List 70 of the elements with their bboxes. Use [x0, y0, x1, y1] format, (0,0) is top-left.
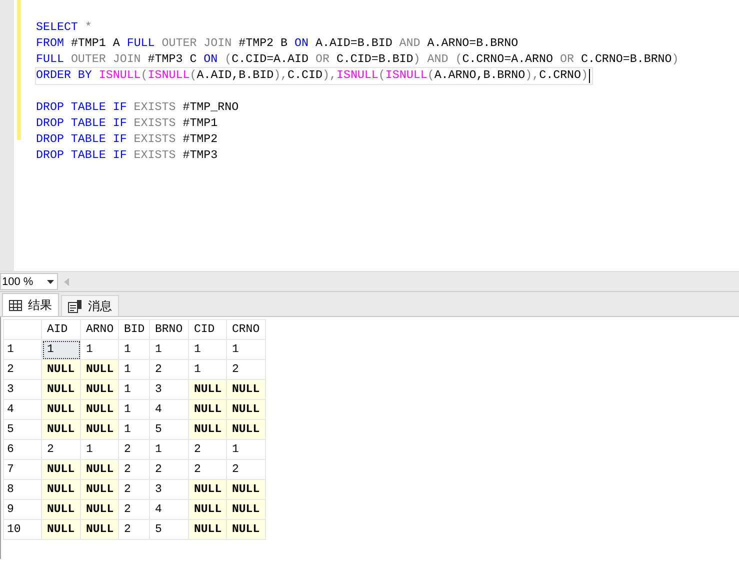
message-icon	[68, 300, 82, 312]
code-line: ORDER BY ISNULL(ISNULL(A.AID,B.BID),C.CID),ISNULL(ISNULL(A.ARNO,B.BRNO),C.CRNO)	[36, 68, 592, 84]
table-cell[interactable]: NULL	[42, 360, 80, 380]
table-cell[interactable]: 1	[118, 380, 150, 400]
dropdown-caret-icon	[47, 280, 54, 284]
table-cell[interactable]: 1	[226, 440, 266, 460]
table-cell[interactable]: 1	[118, 400, 150, 420]
table-cell[interactable]: NULL	[42, 400, 80, 420]
table-cell[interactable]: NULL	[42, 500, 80, 520]
code-line: DROP TABLE IF EXISTS #TMP_RNO	[36, 100, 240, 116]
table-cell[interactable]: NULL	[42, 520, 80, 540]
result-tab[interactable]: 消息	[61, 295, 119, 316]
table-cell[interactable]: 2	[188, 440, 226, 460]
table-cell[interactable]: NULL	[42, 420, 80, 440]
table-cell[interactable]: 1	[42, 340, 80, 360]
scroll-left-icon[interactable]	[64, 278, 69, 286]
table-cell[interactable]: NULL	[226, 380, 266, 400]
grid-icon	[9, 300, 22, 310]
result-tab[interactable]: 结果	[2, 293, 59, 316]
table-cell[interactable]: NULL	[188, 520, 226, 540]
table-cell[interactable]: 2	[118, 480, 150, 500]
code-line: SELECT *	[36, 20, 93, 36]
table-cell[interactable]: NULL	[188, 420, 226, 440]
table-cell[interactable]: NULL	[42, 480, 80, 500]
table-cell[interactable]: NULL	[42, 380, 80, 400]
table-cell[interactable]: NULL	[226, 420, 266, 440]
column-header[interactable]: BID	[118, 320, 150, 340]
column-header[interactable]: CID	[188, 320, 226, 340]
table-cell[interactable]: NULL	[80, 460, 118, 480]
text-cursor	[589, 69, 590, 83]
zoom-dropdown[interactable]: 100 %	[0, 273, 58, 290]
column-header[interactable]: CRNO	[226, 320, 266, 340]
table-cell[interactable]: NULL	[80, 400, 118, 420]
row-number[interactable]: 6	[4, 440, 42, 460]
table-cell[interactable]: 1	[118, 360, 150, 380]
code-line: FROM #TMP1 A FULL OUTER JOIN #TMP2 B ON A.AID=B.BID AND A.ARNO=B.BRNO	[36, 36, 520, 52]
table-cell[interactable]: NULL	[80, 380, 118, 400]
table-cell[interactable]: NULL	[226, 480, 266, 500]
column-header[interactable]: BRNO	[150, 320, 188, 340]
table-cell[interactable]: 2	[118, 440, 150, 460]
table-cell[interactable]: 2	[118, 500, 150, 520]
table-cell[interactable]: 1	[118, 420, 150, 440]
table-cell[interactable]: NULL	[80, 500, 118, 520]
table-cell[interactable]: NULL	[80, 480, 118, 500]
table-cell[interactable]: NULL	[226, 520, 266, 540]
code-line: FULL OUTER JOIN #TMP3 C ON (C.CID=A.AID OR C.CID=B.BID) AND (C.CRNO=A.ARNO OR C.CRNO=B.BRNO)	[36, 52, 680, 68]
table-cell[interactable]: 1	[150, 440, 188, 460]
table-cell[interactable]: 2	[150, 360, 188, 380]
column-header[interactable]: AID	[42, 320, 80, 340]
table-cell[interactable]: NULL	[80, 360, 118, 380]
code-line: DROP TABLE IF EXISTS #TMP1	[36, 116, 219, 132]
table-cell[interactable]: NULL	[188, 500, 226, 520]
table-cell[interactable]: 1	[226, 340, 266, 360]
table-cell[interactable]: 2	[118, 520, 150, 540]
table-cell[interactable]: 1	[150, 340, 188, 360]
table-cell[interactable]: NULL	[80, 420, 118, 440]
table-cell[interactable]: 1	[118, 340, 150, 360]
table-cell[interactable]: NULL	[188, 380, 226, 400]
column-header[interactable]: ARNO	[80, 320, 118, 340]
code-line: DROP TABLE IF EXISTS #TMP2	[36, 132, 219, 148]
table-cell[interactable]: NULL	[80, 520, 118, 540]
table-cell[interactable]: NULL	[188, 400, 226, 420]
table-cell[interactable]: NULL	[226, 400, 266, 420]
table-cell[interactable]: NULL	[42, 460, 80, 480]
table-cell[interactable]: 2	[118, 460, 150, 480]
table-cell[interactable]: 2	[150, 460, 188, 480]
table-cell[interactable]: 1	[188, 340, 226, 360]
table-cell[interactable]: NULL	[226, 500, 266, 520]
table-cell[interactable]: NULL	[188, 480, 226, 500]
code-line: DROP TABLE IF EXISTS #TMP3	[36, 148, 219, 164]
